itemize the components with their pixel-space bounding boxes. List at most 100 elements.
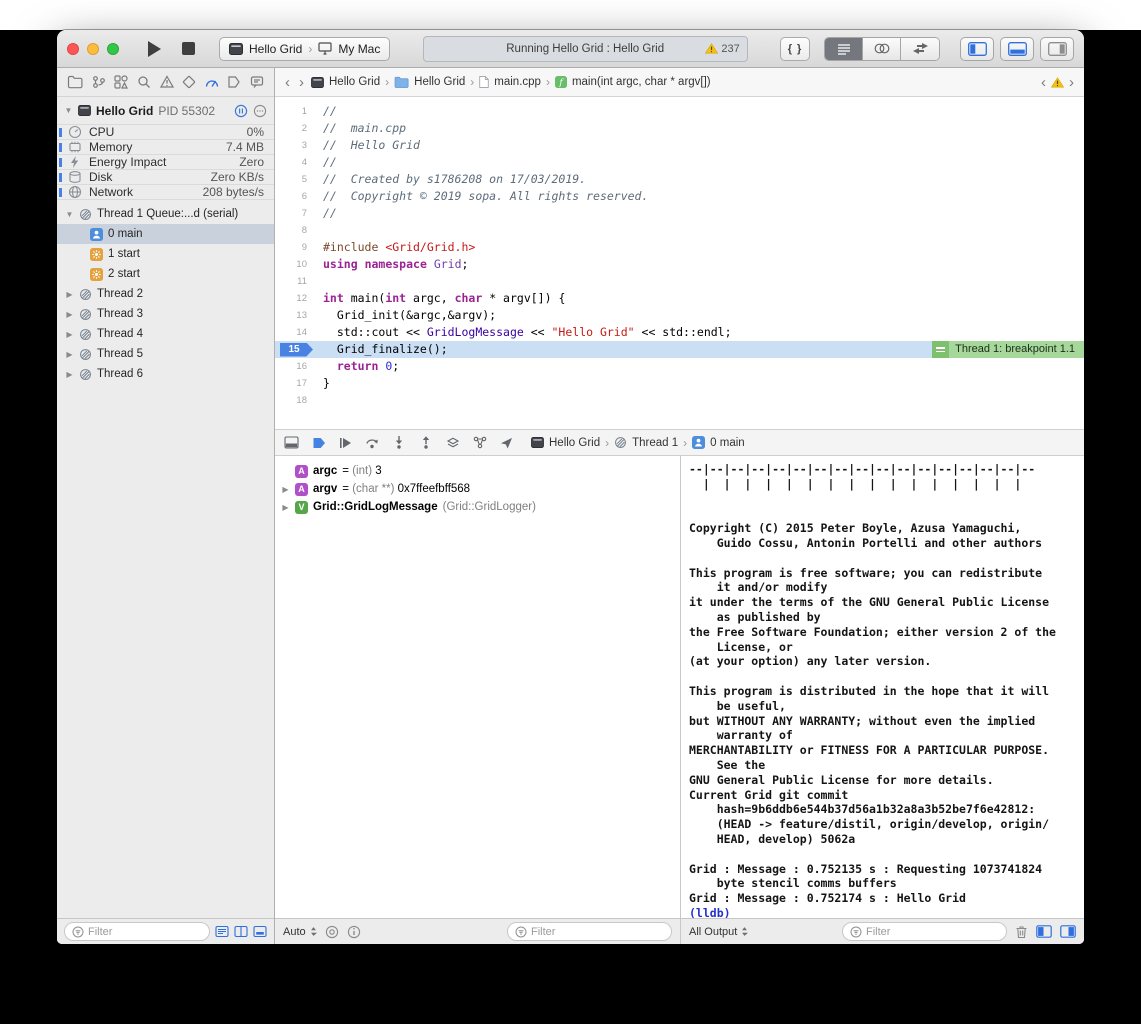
source-editor[interactable]: 1//2// main.cpp3// Hello Grid4//5// Crea…	[275, 97, 1084, 429]
line-number[interactable]: 5	[275, 171, 315, 188]
code-line[interactable]: 2// main.cpp	[275, 120, 1084, 137]
code-snippets-button[interactable]: { }	[780, 37, 810, 61]
line-number[interactable]: 8	[275, 222, 315, 239]
line-number[interactable]: 4	[275, 154, 315, 171]
show-variables-pane-icon[interactable]	[1036, 925, 1052, 938]
code-line[interactable]: 15 Grid_finalize();Thread 1: breakpoint …	[275, 341, 1084, 358]
thread-row[interactable]: ▶Thread 6	[57, 364, 274, 384]
breadcrumb-item[interactable]: Hello Grid	[329, 76, 380, 88]
console-filter-field[interactable]	[842, 922, 1007, 941]
variables-filter-input[interactable]	[531, 926, 664, 938]
view-by-ui-icon[interactable]	[253, 925, 267, 938]
line-number[interactable]: 15	[275, 341, 315, 358]
code-line[interactable]: 16 return 0;	[275, 358, 1084, 375]
version-editor-button[interactable]	[901, 38, 939, 60]
line-number[interactable]: 13	[275, 307, 315, 324]
stop-button[interactable]	[175, 37, 201, 61]
navigator-filter-field[interactable]	[64, 922, 210, 941]
info-icon[interactable]	[347, 925, 361, 939]
breadcrumb-item[interactable]: Thread 1	[632, 437, 678, 449]
process-row[interactable]: ▼ Hello Grid PID 55302	[57, 97, 274, 124]
code-line[interactable]: 4//	[275, 154, 1084, 171]
breadcrumb-item[interactable]: 0 main	[710, 437, 745, 449]
code-line[interactable]: 14 std::cout << GridLogMessage << "Hello…	[275, 324, 1084, 341]
scheme-selector[interactable]: Hello Grid › My Mac	[219, 37, 390, 61]
step-out-button[interactable]	[419, 436, 433, 449]
line-number[interactable]: 7	[275, 205, 315, 222]
line-number[interactable]: 1	[275, 103, 315, 120]
close-window-button[interactable]	[67, 43, 79, 55]
thread-row[interactable]: ▶Thread 5	[57, 344, 274, 364]
navigator-tab-breakpoint-navigator[interactable]	[227, 75, 241, 89]
assistant-editor-button[interactable]	[863, 38, 901, 60]
zoom-window-button[interactable]	[107, 43, 119, 55]
gauge-row-network[interactable]: Network208 bytes/s	[57, 184, 274, 199]
memory-graph-button[interactable]	[473, 436, 487, 449]
console-filter-input[interactable]	[866, 926, 999, 938]
variable-row[interactable]: ▶Aargv = (char **) 0x7ffeefbff568	[281, 480, 680, 498]
gauge-row-memory[interactable]: Memory7.4 MB	[57, 139, 274, 154]
back-button[interactable]: ‹	[283, 75, 292, 90]
navigator-tab-project-navigator[interactable]	[67, 75, 83, 89]
code-line[interactable]: 12int main(int argc, char * argv[]) {	[275, 290, 1084, 307]
navigator-tab-test-navigator[interactable]	[182, 75, 196, 89]
navigator-filter-input[interactable]	[88, 926, 202, 938]
next-issue-button[interactable]: ›	[1067, 75, 1076, 90]
disclosure-closed-icon[interactable]: ▶	[281, 485, 290, 494]
hide-debug-area-button[interactable]	[284, 436, 299, 449]
code-line[interactable]: 9#include <Grid/Grid.h>	[275, 239, 1084, 256]
toggle-navigator-button[interactable]	[960, 37, 994, 61]
breadcrumb-item[interactable]: Hello Grid	[549, 437, 600, 449]
code-line[interactable]: 13 Grid_init(&argc,&argv);	[275, 307, 1084, 324]
pause-debugger-icon[interactable]	[234, 104, 248, 118]
process-info-icon[interactable]	[253, 104, 267, 118]
thread-row[interactable]: ▶Thread 2	[57, 284, 274, 304]
code-line[interactable]: 11	[275, 273, 1084, 290]
previous-issue-button[interactable]: ‹	[1039, 75, 1048, 90]
code-line[interactable]: 10using namespace Grid;	[275, 256, 1084, 273]
line-number[interactable]: 12	[275, 290, 315, 307]
warning-icon[interactable]	[1051, 77, 1064, 88]
line-number[interactable]: 10	[275, 256, 315, 273]
code-line[interactable]: 8	[275, 222, 1084, 239]
thread-row[interactable]: ▼Thread 1 Queue:...d (serial)	[57, 204, 274, 224]
console-scope-selector[interactable]: All Output	[689, 926, 748, 938]
toggle-inspector-button[interactable]	[1040, 37, 1074, 61]
navigator-tab-find-navigator[interactable]	[137, 75, 151, 89]
disclosure-open-icon[interactable]: ▼	[65, 210, 74, 219]
gauge-row-cpu[interactable]: CPU0%	[57, 124, 274, 139]
view-by-thread-icon[interactable]	[234, 925, 248, 938]
line-number[interactable]: 3	[275, 137, 315, 154]
code-line[interactable]: 3// Hello Grid	[275, 137, 1084, 154]
code-line[interactable]: 7//	[275, 205, 1084, 222]
line-number[interactable]: 18	[275, 392, 315, 409]
warning-counter[interactable]: 237	[705, 43, 739, 55]
line-number[interactable]: 6	[275, 188, 315, 205]
lldb-prompt[interactable]: (lldb)	[689, 906, 1076, 918]
thread-row[interactable]: ▶Thread 3	[57, 304, 274, 324]
step-over-button[interactable]	[365, 436, 379, 449]
variable-row[interactable]: ▶VGrid::GridLogMessage (Grid::GridLogger…	[281, 498, 680, 516]
gauge-row-disk[interactable]: DiskZero KB/s	[57, 169, 274, 184]
disclosure-closed-icon[interactable]: ▶	[281, 503, 290, 512]
line-number[interactable]: 17	[275, 375, 315, 392]
navigator-tab-issue-navigator[interactable]	[160, 75, 174, 89]
line-number[interactable]: 14	[275, 324, 315, 341]
navigator-tab-debug-navigator[interactable]	[205, 75, 219, 89]
code-line[interactable]: 18	[275, 392, 1084, 409]
debug-view-hierarchy-button[interactable]	[446, 436, 460, 449]
stack-frame-row[interactable]: 1 start	[57, 244, 274, 264]
code-line[interactable]: 5// Created by s1786208 on 17/03/2019.	[275, 171, 1084, 188]
navigator-tab-source-control-navigator[interactable]	[92, 75, 106, 89]
minimize-window-button[interactable]	[87, 43, 99, 55]
disclosure-open-icon[interactable]: ▼	[64, 106, 73, 115]
navigator-tab-report-navigator[interactable]	[250, 75, 264, 89]
show-console-pane-icon[interactable]	[1060, 925, 1076, 938]
simulate-location-button[interactable]	[500, 437, 513, 449]
run-button[interactable]	[141, 37, 167, 61]
breadcrumb-item[interactable]: main(int argc, char * argv[])	[572, 76, 711, 88]
line-number[interactable]: 11	[275, 273, 315, 290]
view-by-queue-icon[interactable]	[215, 925, 229, 938]
code-line[interactable]: 17}	[275, 375, 1084, 392]
gauge-row-energy-impact[interactable]: Energy ImpactZero	[57, 154, 274, 169]
